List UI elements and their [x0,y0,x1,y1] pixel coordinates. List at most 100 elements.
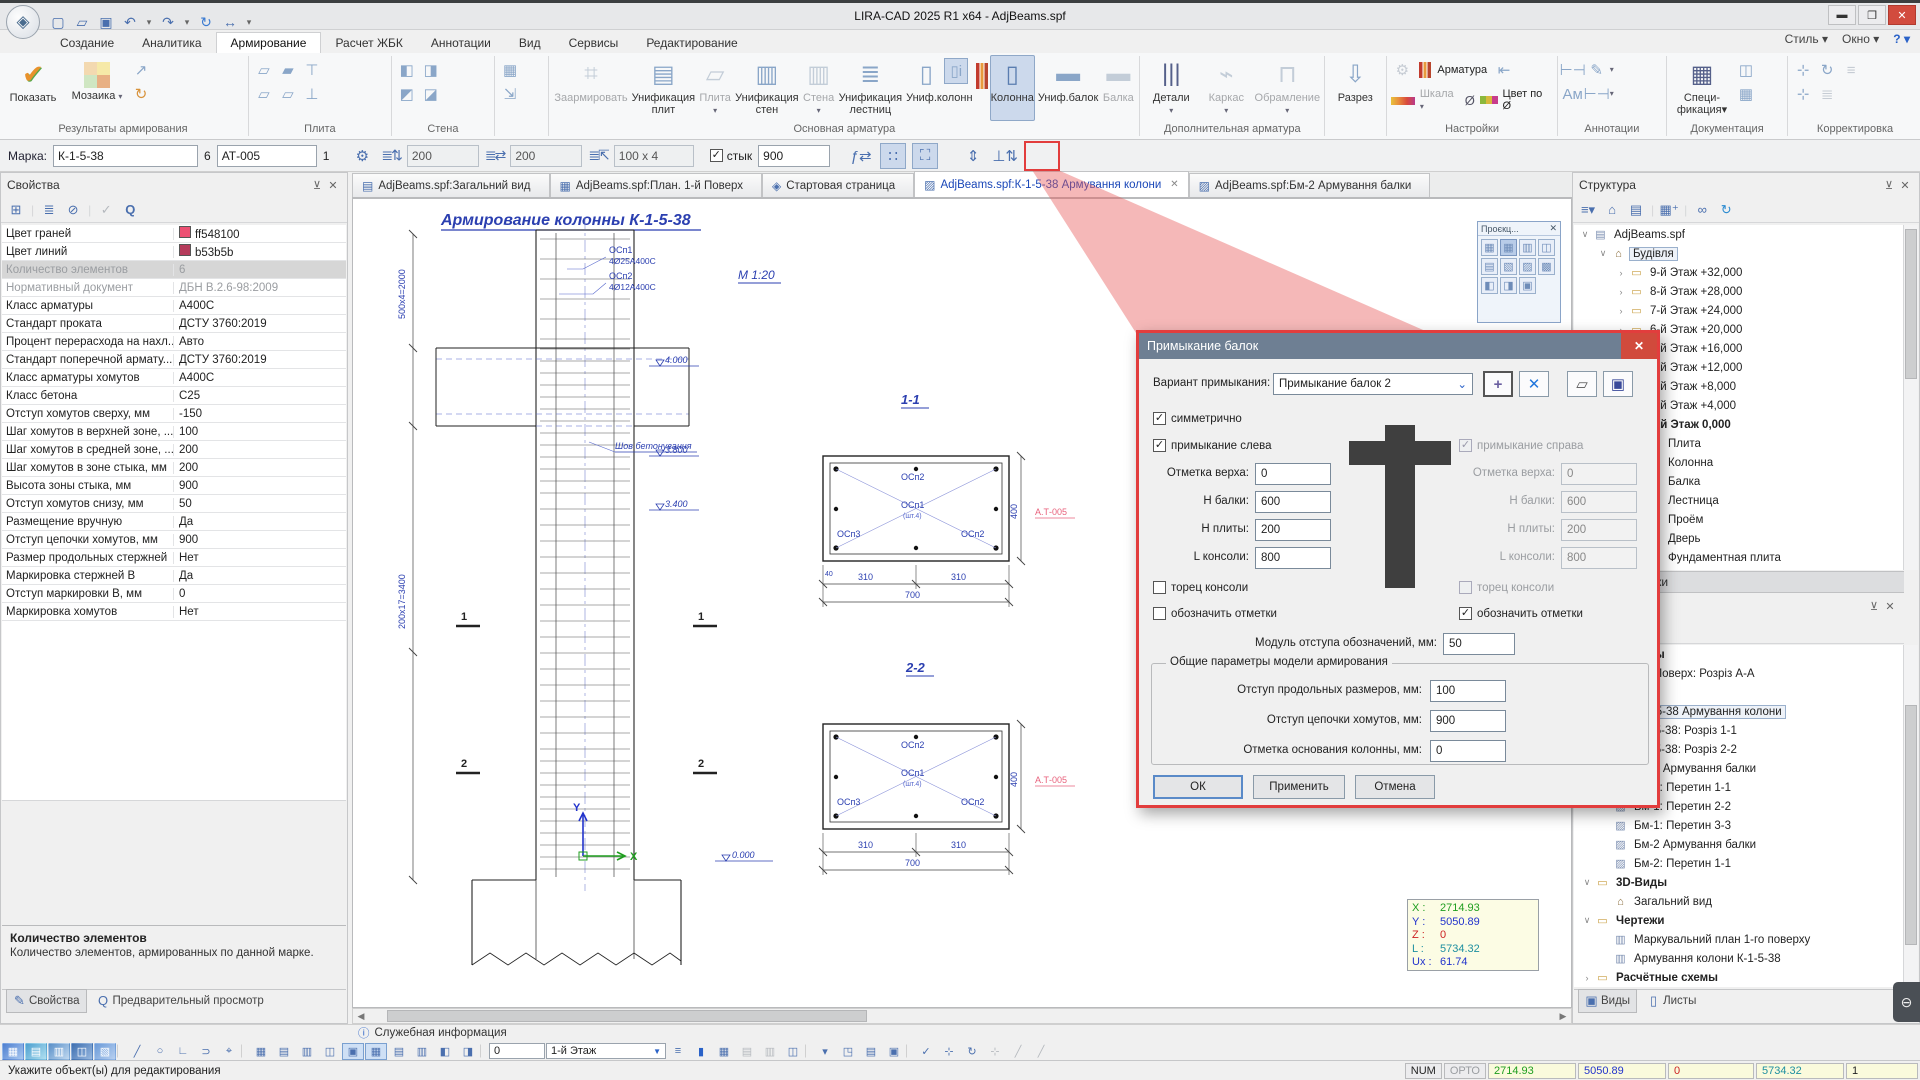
toolbar-icon[interactable]: ✓ [915,1043,937,1060]
property-row[interactable]: Класс бетона С25 [2,387,346,405]
projection-view-button[interactable]: ◫ [1538,239,1555,256]
tree-item[interactable]: ∨ ▤ AdjBeams.spf [1574,225,1904,244]
marka-input[interactable]: К-1-5-38 [53,145,198,167]
ribbon-tab[interactable]: Редактирование [632,33,751,53]
sheet-grid-icon[interactable]: ▦ [1735,83,1757,105]
slab-height-input[interactable]: 200 [1255,519,1331,541]
scroll-left-icon[interactable]: ◀ [353,1009,369,1023]
toolbar-icon[interactable]: ≡ [667,1043,689,1060]
apply-button[interactable]: Применить [1253,775,1345,799]
move-icon[interactable]: ⊹ [1792,59,1814,81]
dialog-close-button[interactable]: ✕ [1621,333,1657,359]
top-mark-input-right[interactable]: 0 [1561,463,1637,485]
property-row[interactable]: Отступ маркировки В, мм 0 [2,585,346,603]
toolbar-icon[interactable]: ⌖ [218,1043,240,1060]
cage-button[interactable]: ⌁ Каркас▾ [1200,55,1252,121]
styk-checkbox[interactable]: стык [710,149,752,163]
console-length-input-right[interactable]: 800 [1561,547,1637,569]
tree-item[interactable]: › ▭ 9-й Этаж +32,000 [1574,263,1904,282]
arrow-tool-icon[interactable]: ↗ [130,59,152,81]
specification-button[interactable]: ▦ Специ- фикация▾ [1671,55,1733,121]
projection-view-button[interactable]: ▨ [1519,258,1536,275]
toolbar-icon[interactable]: ◨ [457,1043,479,1060]
spline-icon[interactable]: ✎ [1586,59,1608,81]
variant-combobox[interactable]: Примыкание балок 2 ⌄ [1273,373,1473,395]
toolbar-icon[interactable]: ◧ [434,1043,456,1060]
property-row[interactable]: Маркировка стержней В Да [2,567,346,585]
toolbar-icon[interactable]: ▥ [296,1043,318,1060]
styk-height-input[interactable]: 900 [758,145,830,167]
toolbar-icon[interactable]: ▤ [25,1043,47,1060]
toolbar-icon[interactable]: ▥ [48,1043,70,1060]
property-row[interactable]: Отступ цепочки хомутов, мм 900 [2,531,346,549]
tree-scrollbar[interactable] [1903,225,1918,570]
column-base-mark-input[interactable]: 0 [1430,740,1506,762]
ribbon-tab[interactable]: Расчет ЖБК [321,33,416,53]
close-panel-icon[interactable]: ✕ [1882,598,1898,614]
toolbar-icon[interactable]: ▮ [690,1043,712,1060]
undo-icon[interactable]: ↶ [120,12,140,32]
view-item[interactable]: ▨ Бм-1: Перетин 3-3 [1574,816,1904,835]
tree-item[interactable]: › ▭ 8-й Этаж +28,000 [1574,282,1904,301]
toolbar-icon[interactable]: ▤ [860,1043,882,1060]
show-reinforcement-button[interactable]: ✔ Показать [2,55,64,121]
redo-dropdown-icon[interactable]: ▾ [182,12,192,32]
refresh-icon[interactable]: ↻ [1717,201,1735,219]
property-row[interactable]: Класс арматуры А400С [2,297,346,315]
toolbar-icon[interactable]: ▦ [250,1043,272,1060]
level-icon[interactable]: ⇤ [1493,59,1515,81]
toolbar-icon[interactable]: ◫ [71,1043,93,1060]
scale-label[interactable]: Шкала ▾ [1420,88,1460,112]
expand-icon[interactable]: › [1616,268,1626,278]
projection-view-button[interactable]: ▥ [1519,239,1536,256]
section-button[interactable]: ⇩ Разрез [1329,55,1381,121]
slab-x-icon[interactable]: ▱ [253,59,275,81]
mark-icon[interactable]: Aᴍ [1562,83,1584,105]
wall-zr-icon[interactable]: ◪ [420,83,442,105]
scale-arrows-icon[interactable]: ⇲ [499,83,521,105]
unify-stairs-button[interactable]: ≣ Унификация лестниц [838,55,903,121]
toolbar-icon[interactable] [805,1044,813,1058]
views-scrollbar[interactable] [1903,645,1918,987]
toolbar-icon[interactable]: ▥ [759,1043,781,1060]
property-row[interactable]: Процент перерасхода на нахл... Авто [2,333,346,351]
unify-walls-button[interactable]: ▥ Унификация стен [734,55,799,121]
view-item[interactable]: ∨ ▭ Чертежи [1574,911,1904,930]
tab-views[interactable]: ▣Виды [1578,989,1637,1013]
expand-icon[interactable]: ∨ [1582,877,1592,888]
toolbar-icon[interactable] [117,1044,125,1058]
property-row[interactable]: Цвет граней ff548100 [2,225,346,243]
dialog-title-bar[interactable]: Примыкание балок [1139,333,1657,359]
toolbar-icon[interactable]: ▥ [411,1043,433,1060]
close-panel-icon[interactable]: ✕ [1897,177,1913,193]
search-icon[interactable]: Q [121,201,139,219]
filter-icon[interactable]: ≡▾ [1579,201,1597,219]
maximize-button[interactable]: ❐ [1858,5,1886,25]
toolbar-icon[interactable] [480,1044,488,1058]
storey-icon[interactable]: ▤ [1627,201,1645,219]
rebar-label[interactable]: Арматура [1437,64,1487,76]
beam-adjoin-icon[interactable]: ⊥⇅ [992,143,1018,169]
cancel-button[interactable]: Отмена [1355,775,1435,799]
pin-icon[interactable]: ⊻ [309,177,325,193]
column-info-icon[interactable]: ▯i [944,58,968,84]
property-row[interactable]: Класс арматуры хомутов А400С [2,369,346,387]
scroll-right-icon[interactable]: ▶ [1555,1009,1571,1023]
undo-dropdown-icon[interactable]: ▾ [144,12,154,32]
sync-icon[interactable]: ↻ [196,12,216,32]
toolbar-icon[interactable] [906,1044,914,1058]
toolbar-icon[interactable]: ▤ [736,1043,758,1060]
toolbar-icon[interactable]: ▦ [2,1043,24,1060]
toolbar-icon[interactable]: ⊹ [984,1043,1006,1060]
toolbar-icon[interactable]: ○ [149,1043,171,1060]
pin-icon[interactable]: ⊻ [1866,598,1882,614]
wall-z-icon[interactable]: ◩ [396,83,418,105]
property-row[interactable]: Шаг хомутов в средней зоне, ... 200 [2,441,346,459]
toolbar-icon[interactable]: ⊃ [195,1043,217,1060]
list-view-icon[interactable]: ≣ [40,201,58,219]
projection-view-button[interactable]: ▧ [1500,258,1517,275]
collapse-side-button[interactable]: ⊖ [1893,982,1920,1022]
help-menu[interactable]: ? ▾ [1893,32,1910,46]
app-logo-icon[interactable]: ◈ [6,5,40,39]
view-item[interactable]: ▨ Бм-2: Перетин 1-1 [1574,854,1904,873]
